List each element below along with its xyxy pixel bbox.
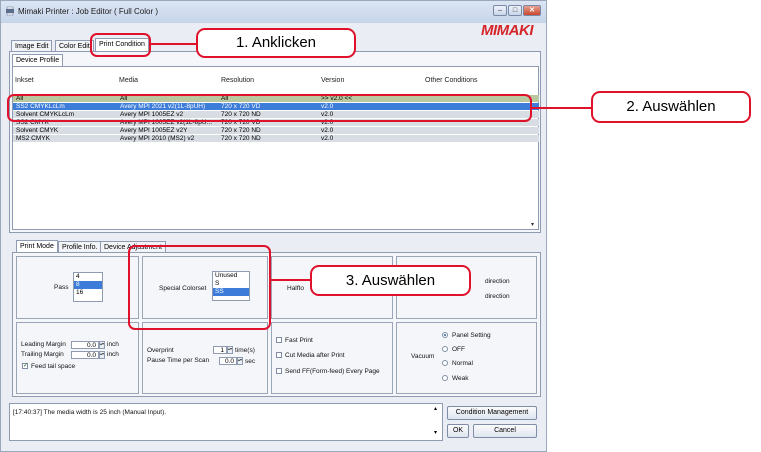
tab-profile-info[interactable]: Profile Info. xyxy=(58,241,102,252)
overprint-spinner[interactable]: ▴▾ xyxy=(227,346,233,354)
window-title: Mimaki Printer : Job Editor ( Full Color… xyxy=(18,7,159,16)
pass-option[interactable]: 4 xyxy=(74,273,102,281)
table-row[interactable]: Solvent CMYK Avery MPI 1005EZ v2Y 720 x … xyxy=(13,127,539,134)
vacuum-option-label: Weak xyxy=(452,375,469,382)
log-scroll-up-icon[interactable]: ▴ xyxy=(434,405,437,412)
vacuum-radio-normal[interactable] xyxy=(442,360,448,366)
device-profile-list[interactable] xyxy=(12,66,539,230)
colorset-highlight xyxy=(128,245,271,330)
cell-version: v2.0 xyxy=(321,135,334,142)
cell-inkset: MS2 CMYK xyxy=(16,135,50,142)
overprint-unit: time(s) xyxy=(235,347,255,354)
close-button[interactable]: ✕ xyxy=(523,5,541,16)
callout-step-2: 2. Auswählen xyxy=(591,91,751,123)
direction-option-2[interactable]: direction xyxy=(485,293,510,300)
feed-tail-label: Feed tail space xyxy=(31,363,76,370)
cut-media-checkbox[interactable] xyxy=(276,352,282,358)
cut-media-label: Cut Media after Print xyxy=(285,352,345,359)
vacuum-radio-off[interactable] xyxy=(442,346,448,352)
tab-device-profile[interactable]: Device Profile xyxy=(12,54,64,66)
printer-app-icon xyxy=(6,6,14,16)
fast-print-checkbox[interactable] xyxy=(276,337,282,343)
log-scroll-down-icon[interactable]: ▾ xyxy=(434,429,437,436)
overprint-label: Overprint xyxy=(147,347,174,354)
condition-management-button[interactable]: Condition Management xyxy=(447,406,537,420)
col-other-conditions[interactable]: Other Conditions xyxy=(425,77,478,84)
callout-step-1: 1. Anklicken xyxy=(196,28,356,58)
callout-connector-1 xyxy=(151,43,197,45)
table-row[interactable]: MS2 CMYK Avery MPI 2010 (MS2) v2 720 x 7… xyxy=(13,135,539,142)
fast-print-label: Fast Print xyxy=(285,337,313,344)
vacuum-radio-panel-setting[interactable] xyxy=(442,332,448,338)
log-message: [17:40:37] The media width is 25 inch (M… xyxy=(13,409,167,416)
callout-connector-3 xyxy=(271,279,311,281)
pause-time-input[interactable]: 0.0 xyxy=(219,357,237,365)
leading-margin-spinner[interactable]: ▴▾ xyxy=(99,341,105,349)
pause-time-label: Pause Time per Scan xyxy=(147,357,210,364)
callout-connector-2 xyxy=(532,107,592,109)
cell-resolution: 720 x 720 ND xyxy=(221,135,261,142)
feed-tail-checkbox[interactable]: ✓ xyxy=(22,363,28,369)
pass-option-selected[interactable]: 8 xyxy=(74,281,102,289)
title-bar: Mimaki Printer : Job Editor ( Full Color… xyxy=(1,1,546,23)
cell-inkset: Solvent CMYK xyxy=(16,127,59,134)
vacuum-option-label: OFF xyxy=(452,346,465,353)
leading-margin-unit: inch xyxy=(107,341,119,348)
profile-row-highlight xyxy=(7,94,532,122)
vacuum-option-label: Normal xyxy=(452,360,473,367)
leading-margin-input[interactable]: 0.0 xyxy=(71,341,99,349)
vacuum-radio-weak[interactable] xyxy=(442,375,448,381)
trailing-margin-label: Trailing Margin xyxy=(21,351,64,358)
tab-print-mode[interactable]: Print Mode xyxy=(16,240,58,252)
cell-version: v2.0 xyxy=(321,127,334,134)
col-version[interactable]: Version xyxy=(321,77,344,84)
send-ff-label: Send FF(Form-feed) Every Page xyxy=(285,368,380,375)
direction-option-1[interactable]: direction xyxy=(485,278,510,285)
halftone-label: Halfto xyxy=(287,285,304,292)
trailing-margin-spinner[interactable]: ▴▾ xyxy=(99,351,105,359)
pass-label: Pass xyxy=(54,284,69,291)
callout-step-3: 3. Auswählen xyxy=(310,265,471,296)
col-media[interactable]: Media xyxy=(119,77,138,84)
overprint-input[interactable]: 1 xyxy=(213,346,227,354)
trailing-margin-unit: inch xyxy=(107,351,119,358)
col-inkset[interactable]: Inkset xyxy=(15,77,34,84)
cell-resolution: 720 x 720 ND xyxy=(221,127,261,134)
scroll-down-arrow-icon[interactable]: ▾ xyxy=(531,221,534,228)
trailing-margin-input[interactable]: 0.0 xyxy=(71,351,99,359)
col-resolution[interactable]: Resolution xyxy=(221,77,254,84)
mimaki-logo: MIMAKI xyxy=(481,22,534,39)
pause-time-spinner[interactable]: ▴▾ xyxy=(237,357,243,365)
cancel-button[interactable]: Cancel xyxy=(473,424,537,438)
ok-button[interactable]: OK xyxy=(447,424,469,438)
vacuum-option-label: Panel Setting xyxy=(452,332,491,339)
job-editor-window: Mimaki Printer : Job Editor ( Full Color… xyxy=(0,0,547,452)
minimize-button[interactable]: – xyxy=(493,5,507,16)
pass-listbox[interactable]: 4 8 16 xyxy=(73,272,103,302)
pause-time-unit: sec xyxy=(245,358,256,365)
print-condition-highlight xyxy=(90,33,151,57)
pass-option[interactable]: 16 xyxy=(74,289,102,297)
send-ff-checkbox[interactable] xyxy=(276,368,282,374)
leading-margin-label: Leading Margin xyxy=(21,341,66,348)
maximize-button[interactable]: □ xyxy=(508,5,522,16)
vacuum-label: Vacuum xyxy=(411,353,435,360)
cell-media: Avery MPI 1005EZ v2Y xyxy=(120,127,188,134)
cell-media: Avery MPI 2010 (MS2) v2 xyxy=(120,135,195,142)
